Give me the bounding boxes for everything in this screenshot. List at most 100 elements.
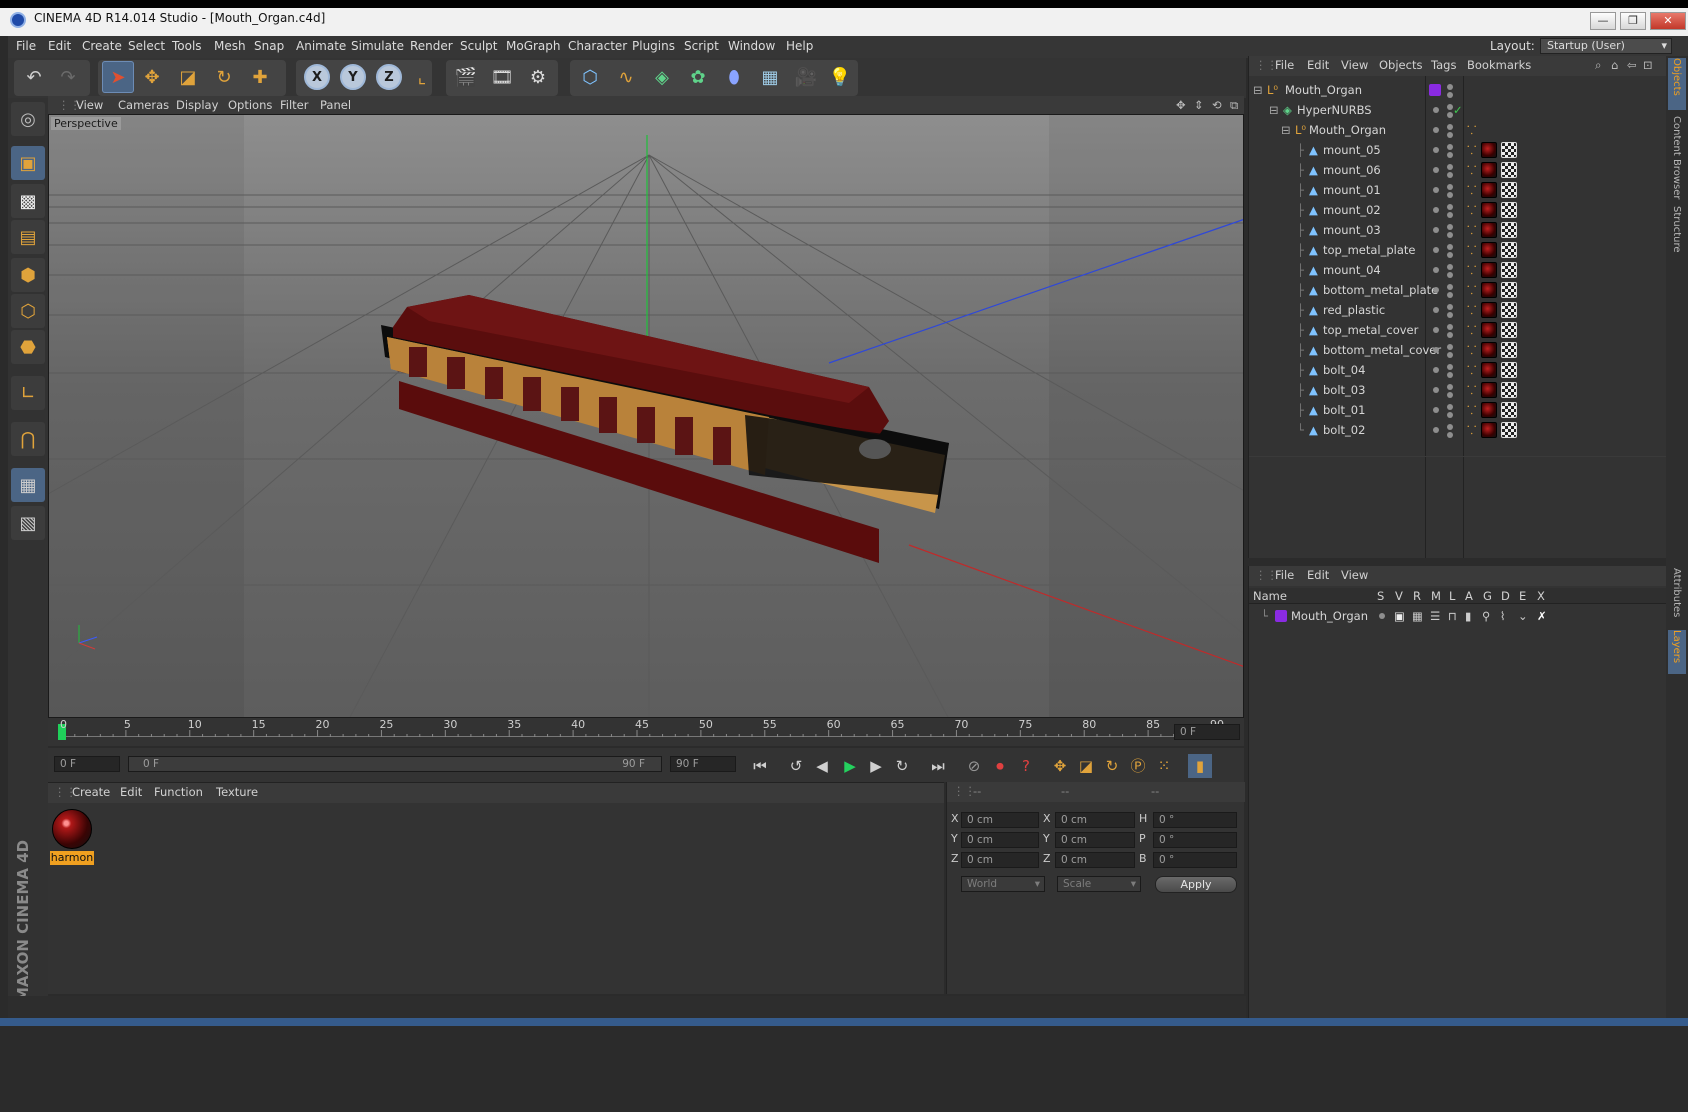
scale-button[interactable]: ◪ bbox=[172, 61, 204, 93]
viewport-menu-view[interactable]: View bbox=[76, 98, 103, 112]
menu-snap[interactable]: Snap bbox=[254, 39, 284, 53]
om-menu-file[interactable]: File bbox=[1275, 58, 1294, 72]
tab-objects[interactable]: Objects bbox=[1668, 58, 1686, 110]
current-frame-field[interactable]: 0 F bbox=[1174, 724, 1240, 740]
maximize-button[interactable]: ❐ bbox=[1620, 12, 1646, 30]
go-to-end-button[interactable]: ⏭ bbox=[926, 754, 950, 778]
start-frame-field[interactable]: 0 F bbox=[54, 756, 120, 772]
light-button[interactable]: 💡 bbox=[824, 61, 856, 93]
coordinate-mode-dropdown[interactable]: World ▾ bbox=[961, 876, 1045, 892]
workplane-mode-button[interactable]: ▤ bbox=[11, 220, 45, 254]
viewport-zoom-icon[interactable]: ⇕ bbox=[1194, 98, 1204, 112]
record-keys-button[interactable]: ⊘ bbox=[962, 754, 986, 778]
enabled-check-icon[interactable]: ✓ bbox=[1453, 103, 1463, 117]
camera-button[interactable]: 🎥 bbox=[790, 61, 822, 93]
viewport-menu-filter[interactable]: Filter bbox=[280, 98, 308, 112]
menu-plugins[interactable]: Plugins bbox=[632, 39, 675, 53]
phong-tag-icon[interactable]: ⸪ bbox=[1467, 263, 1476, 278]
tree-item-mount-04[interactable]: ├ ▲ mount_04 ⸪ bbox=[1249, 260, 1667, 280]
end-frame-field[interactable]: 90 F bbox=[670, 756, 736, 772]
uvw-tag-icon[interactable] bbox=[1501, 382, 1517, 398]
material-tag-icon[interactable] bbox=[1481, 282, 1497, 298]
menu-edit[interactable]: Edit bbox=[48, 39, 71, 53]
size-y-field[interactable]: 0 cm bbox=[1055, 832, 1135, 848]
go-to-start-button[interactable]: ⏮ bbox=[748, 754, 772, 778]
tree-item-red-plastic[interactable]: ├ ▲ red_plastic ⸪ bbox=[1249, 300, 1667, 320]
floor-button[interactable]: ▦ bbox=[754, 61, 786, 93]
phong-tag-icon[interactable]: ⸪ bbox=[1467, 283, 1476, 298]
spline-button[interactable]: ∿ bbox=[610, 61, 642, 93]
snap-button[interactable]: ⋂ bbox=[11, 422, 45, 456]
material-tag-icon[interactable] bbox=[1481, 302, 1497, 318]
collapse-icon[interactable]: ⇦ bbox=[1627, 58, 1637, 72]
om-menu-tags[interactable]: Tags bbox=[1431, 58, 1456, 72]
phong-tag-icon[interactable]: ⸪ bbox=[1467, 343, 1476, 358]
menu-help[interactable]: Help bbox=[786, 39, 813, 53]
col-manager[interactable]: M bbox=[1431, 589, 1441, 603]
material-tag-icon[interactable] bbox=[1481, 262, 1497, 278]
menu-animate[interactable]: Animate bbox=[296, 39, 346, 53]
phong-tag-icon[interactable]: ⸪ bbox=[1467, 323, 1476, 338]
cube-button[interactable]: ⬡ bbox=[574, 61, 606, 93]
pos-z-field[interactable]: 0 cm bbox=[961, 852, 1039, 868]
material-swatch-harmon[interactable]: harmon bbox=[50, 807, 94, 865]
pos-x-field[interactable]: 0 cm bbox=[961, 812, 1039, 828]
rot-h-field[interactable]: 0 ° bbox=[1153, 812, 1237, 828]
key-pla-button[interactable]: ⁙ bbox=[1152, 754, 1176, 778]
workplane-lock-button[interactable]: ▦ bbox=[11, 468, 45, 502]
col-render[interactable]: R bbox=[1413, 589, 1421, 603]
key-parameter-button[interactable]: Ⓟ bbox=[1126, 754, 1150, 778]
col-animation[interactable]: A bbox=[1465, 589, 1473, 603]
tab-content-browser[interactable]: Content Browser bbox=[1668, 116, 1686, 204]
lock-icon[interactable]: ⊓ bbox=[1448, 609, 1457, 623]
tree-item-mount-03[interactable]: ├ ▲ mount_03 ⸪ bbox=[1249, 220, 1667, 240]
menu-create[interactable]: Create bbox=[82, 39, 122, 53]
render-picture-viewer-button[interactable]: 🎞 bbox=[486, 61, 518, 93]
tree-item-mount-06[interactable]: ├ ▲ mount_06 ⸪ bbox=[1249, 160, 1667, 180]
viewport-menu-cameras[interactable]: Cameras bbox=[118, 98, 169, 112]
points-mode-button[interactable]: ⬢ bbox=[11, 258, 45, 292]
axis-mode-button[interactable]: ∟ bbox=[11, 376, 45, 410]
nurbs-button[interactable]: ◈ bbox=[646, 61, 678, 93]
close-button[interactable]: ✕ bbox=[1650, 12, 1686, 30]
viewport-menu-display[interactable]: Display bbox=[176, 98, 218, 112]
tree-item-mount-05[interactable]: ├ ▲ mount_05 ⸪ bbox=[1249, 140, 1667, 160]
size-z-field[interactable]: 0 cm bbox=[1055, 852, 1135, 868]
menu-tools[interactable]: Tools bbox=[172, 39, 202, 53]
phong-tag-icon[interactable]: ⸪ bbox=[1467, 363, 1476, 378]
layer-row-mouth-organ[interactable]: └ Mouth_Organ ▣ ▦ ☰ ⊓ ▮ ⚲ ⌇ ⌄ ✗ bbox=[1249, 606, 1667, 626]
phong-tag-icon[interactable]: ⸪ bbox=[1467, 403, 1476, 418]
om-menu-edit[interactable]: Edit bbox=[1307, 58, 1329, 72]
play-button[interactable]: ▶ bbox=[838, 754, 862, 778]
size-x-field[interactable]: 0 cm bbox=[1055, 812, 1135, 828]
tree-item-bolt-04[interactable]: ├ ▲ bolt_04 ⸪ bbox=[1249, 360, 1667, 380]
animation-icon[interactable]: ▮ bbox=[1465, 609, 1471, 623]
tab-structure[interactable]: Structure bbox=[1668, 206, 1686, 264]
rot-p-field[interactable]: 0 ° bbox=[1153, 832, 1237, 848]
tree-item-bolt-02[interactable]: └ ▲ bolt_02 ⸪ bbox=[1249, 420, 1667, 440]
material-tag-icon[interactable] bbox=[1481, 222, 1497, 238]
uvw-tag-icon[interactable] bbox=[1501, 362, 1517, 378]
layer-color-swatch[interactable] bbox=[1429, 84, 1441, 96]
material-menu-function[interactable]: Function bbox=[154, 785, 203, 799]
menu-sculpt[interactable]: Sculpt bbox=[460, 39, 497, 53]
menu-mograph[interactable]: MoGraph bbox=[506, 39, 561, 53]
material-menu-create[interactable]: Create bbox=[72, 785, 110, 799]
render-icon[interactable]: ▦ bbox=[1412, 609, 1423, 623]
minimize-button[interactable]: — bbox=[1590, 12, 1616, 30]
key-position-button[interactable]: ✥ bbox=[1048, 754, 1072, 778]
col-xref[interactable]: X bbox=[1537, 589, 1545, 603]
material-tag-icon[interactable] bbox=[1481, 162, 1497, 178]
next-frame-button[interactable]: ▶ bbox=[864, 754, 888, 778]
manager-icon[interactable]: ☰ bbox=[1430, 609, 1440, 623]
uvw-tag-icon[interactable] bbox=[1501, 402, 1517, 418]
uvw-tag-icon[interactable] bbox=[1501, 162, 1517, 178]
tree-item-bottom-metal-cover[interactable]: ├ ▲ bottom_metal_cover ⸪ bbox=[1249, 340, 1667, 360]
uvw-tag-icon[interactable] bbox=[1501, 302, 1517, 318]
col-locked[interactable]: L bbox=[1449, 589, 1455, 603]
phong-tag-icon[interactable]: ⸪ bbox=[1467, 143, 1476, 158]
uvw-tag-icon[interactable] bbox=[1501, 322, 1517, 338]
uvw-tag-icon[interactable] bbox=[1501, 242, 1517, 258]
layer-color-swatch[interactable] bbox=[1275, 610, 1287, 622]
lm-menu-edit[interactable]: Edit bbox=[1307, 568, 1329, 582]
